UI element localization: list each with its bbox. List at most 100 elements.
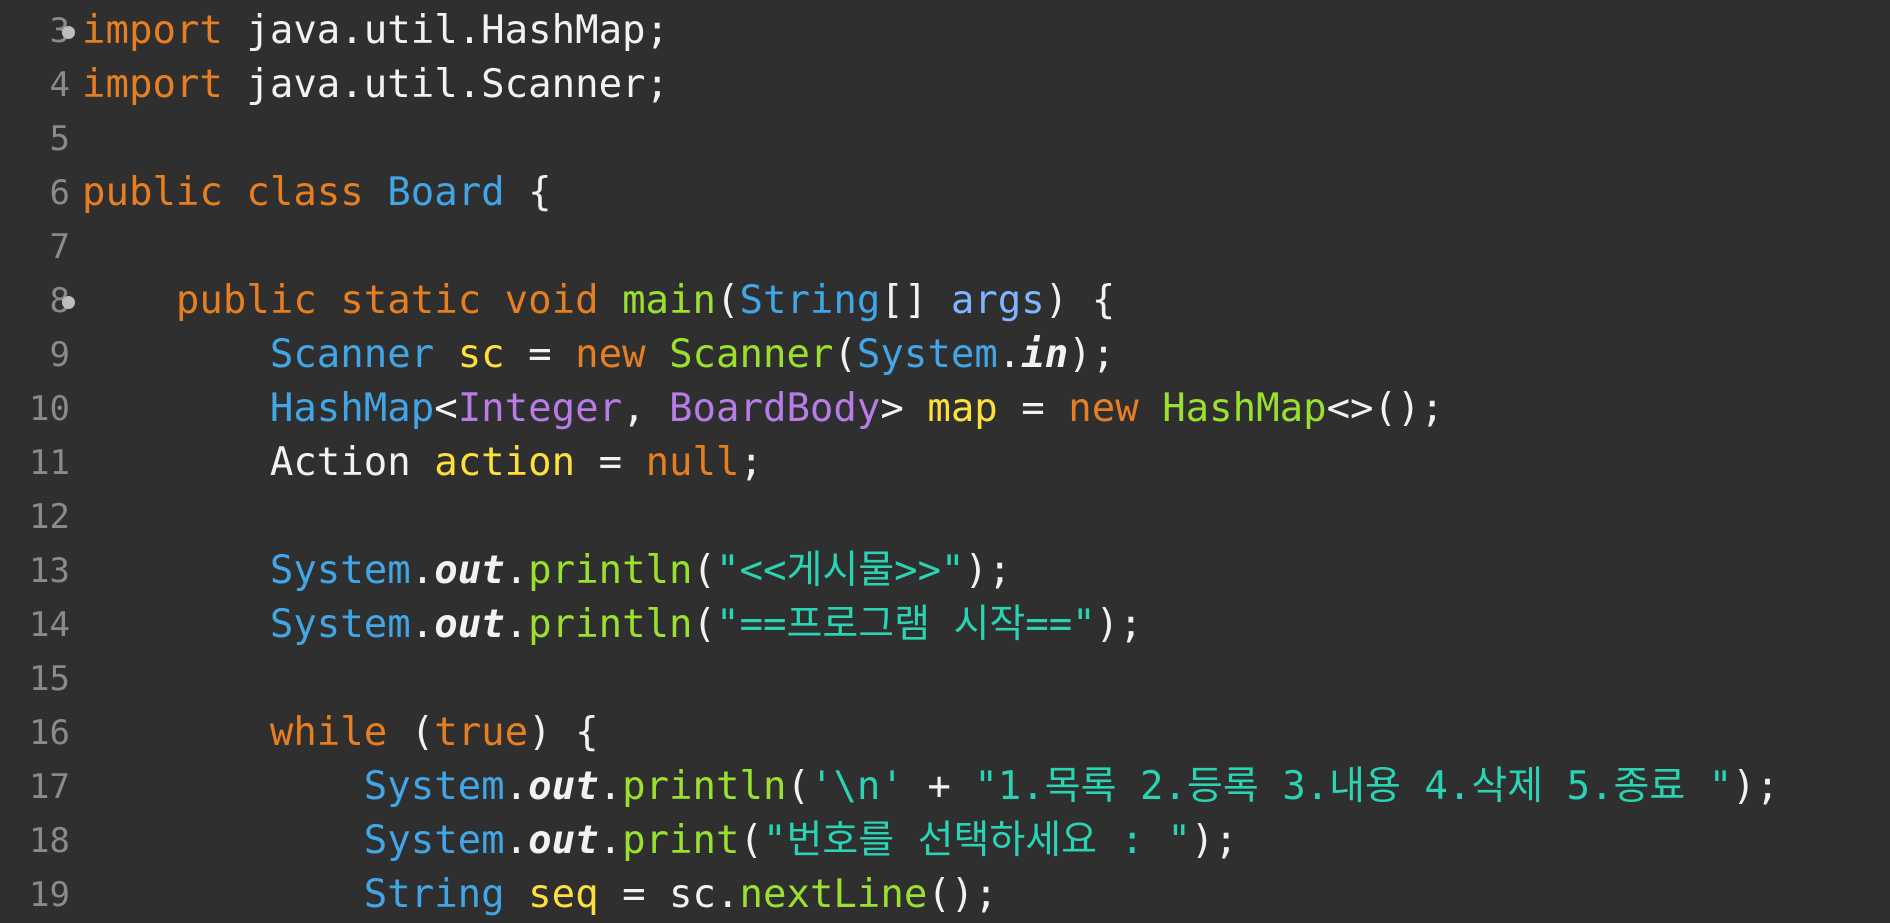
fold-collapse-icon[interactable] <box>62 26 75 39</box>
code-line-12[interactable]: 12 <box>0 490 1890 544</box>
line-number: 11 <box>29 443 70 483</box>
code-line-15[interactable]: 15 <box>0 652 1890 706</box>
variable-name: seq <box>528 872 599 917</box>
method-name: println <box>622 764 787 809</box>
code-line-8[interactable]: 8 public static void main(String[] args)… <box>0 274 1890 328</box>
line-number: 12 <box>29 497 70 537</box>
code-line-18[interactable]: 18 System.out.print("번호를 선택하세요 : "); <box>0 814 1890 868</box>
statement-end: ; <box>739 440 763 485</box>
line-number: 13 <box>29 551 70 591</box>
keyword: static <box>340 278 482 323</box>
code-text[interactable]: String seq = sc.nextLine(); <box>82 868 998 922</box>
keyword: import <box>82 62 223 107</box>
dot: . <box>504 818 529 863</box>
string-literal: "번호를 선택하세요 : " <box>762 818 1191 863</box>
keyword: void <box>504 278 599 323</box>
paren-brace: ) { <box>528 710 599 755</box>
code-text[interactable]: System.out.println("==프로그램 시작=="); <box>82 598 1143 652</box>
code-line-16[interactable]: 16 while (true) { <box>0 706 1890 760</box>
keyword: public <box>82 170 223 215</box>
array-brackets: [] <box>880 278 951 323</box>
fold-collapse-icon[interactable] <box>62 296 75 309</box>
line-number: 6 <box>49 173 70 213</box>
code-text[interactable]: Action action = null; <box>82 436 763 490</box>
code-line-11[interactable]: 11 Action action = null; <box>0 436 1890 490</box>
paren: ( <box>387 710 435 755</box>
keyword: true <box>434 710 529 755</box>
code-text[interactable]: System.out.println("<<게시물>>"); <box>82 544 1012 598</box>
paren: ( <box>739 818 763 863</box>
string-literal: "1.목록 2.등록 3.내용 4.삭제 5.종료 " <box>974 764 1733 809</box>
dot: . <box>598 764 623 809</box>
operator: = <box>997 386 1069 431</box>
code-line-9[interactable]: 9 Scanner sc = new Scanner(System.in); <box>0 328 1890 382</box>
static-field: out <box>434 548 505 593</box>
code-text[interactable]: Scanner sc = new Scanner(System.in); <box>82 328 1115 382</box>
code-text[interactable]: System.out.println('\n' + "1.목록 2.등록 3.내… <box>82 760 1779 814</box>
class-name: System <box>856 332 998 377</box>
dot: . <box>504 602 529 647</box>
angle-bracket: < <box>434 386 458 431</box>
dot: . <box>504 764 529 809</box>
code-line-10[interactable]: 10 HashMap<Integer, BoardBody> map = new… <box>0 382 1890 436</box>
code-text[interactable]: System.out.print("번호를 선택하세요 : "); <box>82 814 1238 868</box>
class-name: System <box>269 602 411 647</box>
code-text[interactable]: import java.util.HashMap; <box>82 4 669 58</box>
static-field: in <box>1021 332 1069 377</box>
line-number: 19 <box>29 875 70 915</box>
code-text[interactable]: HashMap<Integer, BoardBody> map = new Ha… <box>82 382 1444 436</box>
paren-brace: ) { <box>1044 278 1116 323</box>
class-name: System <box>269 548 411 593</box>
code-text[interactable]: public class Board { <box>82 166 552 220</box>
line-number: 10 <box>29 389 70 429</box>
code-line-3[interactable]: 3 import java.util.HashMap; <box>0 4 1890 58</box>
variable-name: map <box>927 386 998 431</box>
code-line-6[interactable]: 6 public class Board { <box>0 166 1890 220</box>
code-line-13[interactable]: 13 System.out.println("<<게시물>>"); <box>0 544 1890 598</box>
operator: = <box>504 332 576 377</box>
method-name: println <box>528 548 693 593</box>
import-path: java.util.HashMap; <box>222 8 670 53</box>
import-path: java.util.Scanner; <box>222 62 670 107</box>
line-number: 14 <box>29 605 70 645</box>
code-line-7[interactable]: 7 <box>0 220 1890 274</box>
code-editor[interactable]: 3 import java.util.HashMap; 4 import jav… <box>0 0 1890 923</box>
dot: . <box>997 332 1022 377</box>
keyword: class <box>246 170 364 215</box>
parameter-name: args <box>950 278 1045 323</box>
operator: + <box>903 764 975 809</box>
code-text[interactable]: while (true) { <box>82 706 599 760</box>
statement-end: ); <box>964 548 1012 593</box>
statement-end: ); <box>1732 764 1780 809</box>
method-name: main <box>622 278 716 323</box>
code-text[interactable]: import java.util.Scanner; <box>82 58 669 112</box>
static-field: out <box>434 602 505 647</box>
code-line-5[interactable]: 5 <box>0 112 1890 166</box>
code-line-14[interactable]: 14 System.out.println("==프로그램 시작=="); <box>0 598 1890 652</box>
code-line-17[interactable]: 17 System.out.println('\n' + "1.목록 2.등록 … <box>0 760 1890 814</box>
static-field: out <box>528 764 599 809</box>
code-line-19[interactable]: 19 String seq = sc.nextLine(); <box>0 868 1890 922</box>
code-text[interactable]: public static void main(String[] args) { <box>82 274 1115 328</box>
line-number: 17 <box>29 767 70 807</box>
static-field: out <box>528 818 599 863</box>
paren: ( <box>833 332 857 377</box>
code-line-4[interactable]: 4 import java.util.Scanner; <box>0 58 1890 112</box>
comma: , <box>622 386 670 431</box>
line-number: 7 <box>49 227 70 267</box>
class-name: Board <box>387 170 505 215</box>
variable-name: action <box>434 440 576 485</box>
dot: . <box>598 818 623 863</box>
